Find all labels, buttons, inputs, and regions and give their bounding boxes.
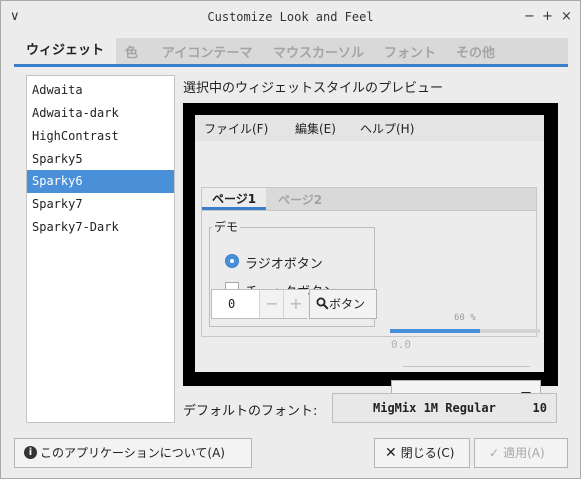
menu-edit[interactable]: 編集(E): [295, 120, 336, 137]
progress-text: 60 %: [454, 313, 476, 323]
theme-list[interactable]: Adwaita Adwaita-dark HighContrast Sparky…: [26, 75, 175, 423]
tab-mouse-cursor[interactable]: マウスカーソル: [273, 42, 364, 61]
close-button[interactable]: ✕ 閉じる(C): [374, 438, 470, 468]
radio-button[interactable]: [225, 254, 239, 268]
spin-button[interactable]: 0 − +: [211, 289, 308, 319]
list-item-sparky5[interactable]: Sparky5: [27, 148, 174, 171]
progress-fill: [390, 329, 480, 333]
list-item-sparky7-dark[interactable]: Sparky7-Dark: [27, 216, 174, 239]
apply-button[interactable]: ✓ 適用(A): [474, 438, 568, 468]
default-font-label: デフォルトのフォント:: [183, 404, 318, 419]
tab-fonts[interactable]: フォント: [384, 42, 436, 61]
title-bar: ∨ Customize Look and Feel − + ×: [1, 1, 580, 34]
plus-icon[interactable]: +: [283, 290, 308, 318]
list-item-adwaita[interactable]: Adwaita: [27, 79, 174, 102]
close-x-icon: ✕: [385, 445, 397, 461]
window-title: Customize Look and Feel: [207, 10, 374, 24]
check-icon: ✓: [489, 446, 500, 460]
list-item-sparky6[interactable]: Sparky6: [27, 170, 174, 193]
search-button[interactable]: ボタン: [309, 289, 377, 319]
radio-label[interactable]: ラジオボタン: [245, 253, 323, 272]
preview-notebook-tabs: ページ1 ページ2: [201, 187, 537, 211]
font-chooser-button[interactable]: MigMix 1M Regular 10: [332, 393, 557, 423]
list-item-highcontrast[interactable]: HighContrast: [27, 125, 174, 148]
menu-file[interactable]: ファイル(F): [204, 120, 268, 137]
tab-icon-theme[interactable]: アイコンテーマ: [162, 42, 252, 61]
maximize-icon[interactable]: +: [542, 9, 553, 25]
tab-other[interactable]: その他: [456, 42, 495, 61]
preview-label: 選択中のウィジェットスタイルのプレビュー: [183, 81, 444, 96]
demo-frame-label: デモ: [212, 218, 241, 235]
separator: [403, 366, 530, 367]
search-button-label: ボタン: [329, 297, 366, 311]
spin-value[interactable]: 0: [228, 297, 235, 311]
about-button[interactable]: i このアプリケーションについて(A): [14, 438, 252, 468]
minus-icon[interactable]: −: [259, 290, 284, 318]
font-size: 10: [532, 401, 547, 415]
preview-menubar: ファイル(F) 編集(E) ヘルプ(H): [195, 115, 544, 141]
about-button-label: このアプリケーションについて(A): [40, 446, 225, 460]
menu-help[interactable]: ヘルプ(H): [360, 120, 414, 137]
font-name: MigMix 1M Regular: [373, 401, 496, 415]
close-icon[interactable]: ×: [561, 9, 572, 25]
preview-window: ファイル(F) 編集(E) ヘルプ(H) ページ1 ページ2 ラジオボタン チェ…: [195, 115, 544, 409]
tab-page1[interactable]: ページ1: [202, 188, 267, 210]
category-tabs: ウィジェット 色 アイコンテーマ マウスカーソル フォント その他: [14, 38, 568, 67]
minimize-icon[interactable]: −: [524, 9, 535, 25]
tab-colors[interactable]: 色: [125, 42, 138, 61]
close-button-label: 閉じる(C): [400, 446, 455, 460]
progress-bar: [390, 329, 540, 333]
preview-notebook-panel: ラジオボタン チェックボタン デモ 0 − + ボタン 60 %: [201, 210, 541, 409]
tab-page2[interactable]: ページ2: [278, 191, 322, 208]
scale-value: 0.0: [391, 338, 411, 351]
list-item-adwaita-dark[interactable]: Adwaita-dark: [27, 102, 174, 125]
list-item-sparky7[interactable]: Sparky7: [27, 193, 174, 216]
info-icon: i: [24, 446, 37, 459]
apply-button-label: 適用(A): [503, 446, 545, 460]
customize-look-and-feel-window: ∨ Customize Look and Feel − + × ウィジェット 色…: [0, 0, 581, 479]
preview-area: ファイル(F) 編集(E) ヘルプ(H) ページ1 ページ2 ラジオボタン チェ…: [183, 103, 558, 409]
tab-widgets[interactable]: ウィジェット: [14, 38, 117, 64]
search-icon: [316, 297, 329, 310]
